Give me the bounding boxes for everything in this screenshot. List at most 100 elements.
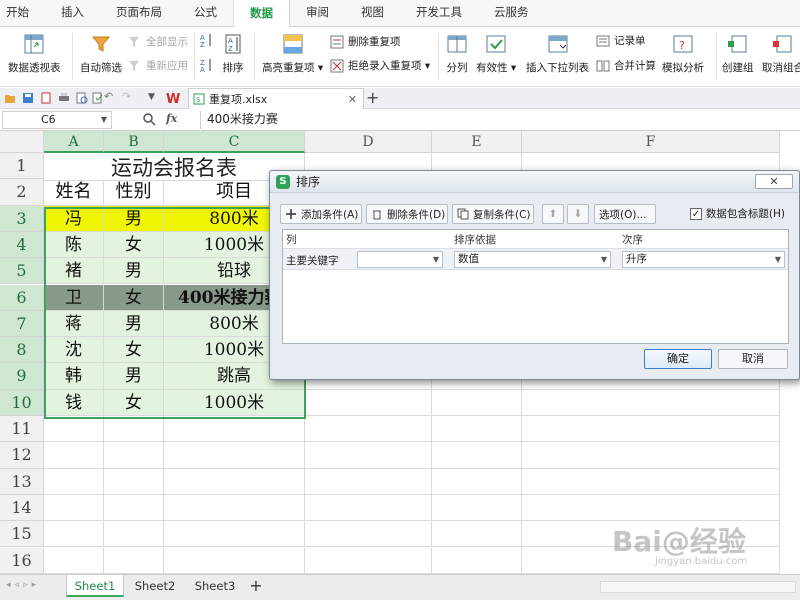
row-header-16[interactable]: 16 (0, 547, 44, 574)
column-header-a[interactable]: A (44, 131, 104, 153)
grid-cell[interactable] (104, 416, 164, 443)
sheet-tab-sheet2[interactable]: Sheet2 (126, 575, 184, 597)
table-cell[interactable]: 钱 (44, 389, 104, 416)
table-cell[interactable]: 男 (104, 310, 164, 338)
validity-button[interactable]: 有效性 ▾ (476, 33, 516, 75)
row-header-3[interactable]: 3 (0, 205, 44, 232)
grid-cell[interactable] (432, 442, 522, 469)
print-icon[interactable] (58, 92, 70, 104)
grid-cell[interactable] (164, 547, 305, 574)
options-button[interactable]: 选项(O)... (594, 204, 656, 224)
table-header-cell[interactable]: 姓名 (44, 179, 104, 206)
insert-dropdown-list-button[interactable]: 插入下拉列表 (526, 33, 589, 75)
grid-cell[interactable] (104, 547, 164, 574)
row-header-6[interactable]: 6 (0, 284, 44, 311)
grid-cell[interactable] (104, 494, 164, 522)
grid-cell[interactable] (104, 521, 164, 548)
table-header-cell[interactable]: 性别 (104, 179, 164, 206)
grid-cell[interactable] (104, 442, 164, 469)
grid-cell[interactable] (44, 468, 104, 495)
grid-cell[interactable] (432, 468, 522, 495)
sort-button[interactable]: AZ 排序 (222, 33, 244, 75)
grid-cell[interactable] (522, 442, 780, 469)
tab-formulas[interactable]: 公式 (178, 0, 233, 26)
tab-home[interactable]: 开始 (0, 0, 45, 26)
save-icon[interactable] (22, 92, 34, 104)
pivot-table-button[interactable]: 数据透视表 (8, 33, 61, 75)
sheet-nav-arrows-icon[interactable]: ◂◃▹▸ (6, 580, 40, 590)
grid-cell[interactable] (522, 389, 780, 416)
tab-review[interactable]: 审阅 (290, 0, 345, 26)
sort-on-select[interactable]: 数值 ▼ (454, 251, 611, 268)
grid-cell[interactable] (305, 547, 432, 574)
move-down-button[interactable]: ⬇ (567, 204, 589, 224)
grid-cell[interactable] (305, 389, 432, 416)
sheet-title-cell[interactable]: 运动会报名表 (44, 153, 305, 181)
column-header-e[interactable]: E (432, 131, 522, 153)
ok-button[interactable]: 确定 (644, 349, 712, 369)
table-cell[interactable]: 女 (104, 389, 164, 416)
grid-cell[interactable] (522, 416, 780, 443)
show-all-button[interactable]: 全部显示 (128, 34, 188, 49)
grid-cell[interactable] (432, 521, 522, 548)
grid-cell[interactable] (44, 521, 104, 548)
formula-input[interactable]: 400米接力赛 (200, 111, 798, 129)
tab-cloud[interactable]: 云服务 (478, 0, 545, 26)
tab-data[interactable]: 数据 (233, 0, 290, 27)
grid-cell[interactable] (305, 442, 432, 469)
zoom-search-icon[interactable] (142, 112, 156, 126)
row-header-14[interactable]: 14 (0, 494, 44, 522)
grid-cell[interactable] (432, 494, 522, 522)
undo-icon[interactable]: ↶ (104, 90, 116, 103)
document-tab[interactable]: S 重复项.xlsx ✕ (188, 88, 364, 109)
row-header-2[interactable]: 2 (0, 179, 44, 206)
grid-cell[interactable] (305, 416, 432, 443)
reject-duplicates-button[interactable]: 拒绝录入重复项 ▾ (330, 58, 430, 73)
redo-icon[interactable]: ↷ (122, 90, 134, 103)
table-cell[interactable]: 女 (104, 231, 164, 259)
wps-logo-icon[interactable]: W (166, 90, 182, 107)
grid-cell[interactable] (164, 442, 305, 469)
tab-insert[interactable]: 插入 (45, 0, 100, 26)
row-header-10[interactable]: 10 (0, 389, 44, 416)
horizontal-scrollbar[interactable] (600, 581, 796, 593)
row-header-1[interactable]: 1 (0, 153, 44, 180)
grid-cell[interactable] (432, 547, 522, 574)
customize-menu-icon[interactable]: ▼ (148, 92, 160, 104)
select-all-corner[interactable] (0, 131, 44, 153)
table-cell[interactable]: 男 (104, 363, 164, 390)
grid-cell[interactable] (164, 416, 305, 443)
table-cell[interactable]: 冯 (44, 205, 104, 232)
create-group-button[interactable]: 创建组 (722, 33, 754, 75)
grid-cell[interactable] (44, 416, 104, 443)
table-cell[interactable]: 韩 (44, 363, 104, 390)
grid-cell[interactable] (305, 521, 432, 548)
table-cell[interactable]: 女 (104, 284, 164, 311)
grid-cell[interactable] (44, 442, 104, 469)
table-cell[interactable]: 陈 (44, 231, 104, 259)
table-cell[interactable]: 卫 (44, 284, 104, 311)
copy-condition-button[interactable]: 复制条件(C) (452, 204, 534, 224)
grid-cell[interactable] (44, 494, 104, 522)
column-select[interactable]: ▼ (357, 251, 443, 268)
grid-cell[interactable] (522, 494, 780, 522)
grid-cell[interactable] (164, 521, 305, 548)
grid-cell[interactable] (522, 468, 780, 495)
grid-cell[interactable] (104, 468, 164, 495)
table-cell[interactable]: 蒋 (44, 310, 104, 338)
table-cell[interactable]: 女 (104, 337, 164, 364)
print-preview-icon[interactable] (76, 92, 88, 104)
sort-ascending-button[interactable]: AZ (200, 33, 218, 49)
has-header-checkbox[interactable]: ✓ 数据包含标题(H) (689, 206, 785, 221)
table-cell[interactable]: 1000米 (164, 389, 305, 416)
row-header-11[interactable]: 11 (0, 416, 44, 443)
autofilter-button[interactable]: 自动筛选 (80, 33, 122, 75)
table-cell[interactable]: 男 (104, 258, 164, 285)
move-up-button[interactable]: ⬆ (542, 204, 564, 224)
highlight-duplicates-button[interactable]: 高亮重复项 ▾ (262, 33, 323, 75)
sort-descending-button[interactable]: ZA (200, 58, 218, 74)
grid-cell[interactable] (305, 468, 432, 495)
grid-cell[interactable] (164, 494, 305, 522)
sheet-tab-sheet1[interactable]: Sheet1 (66, 575, 124, 597)
cancel-button[interactable]: 取消 (718, 349, 788, 369)
